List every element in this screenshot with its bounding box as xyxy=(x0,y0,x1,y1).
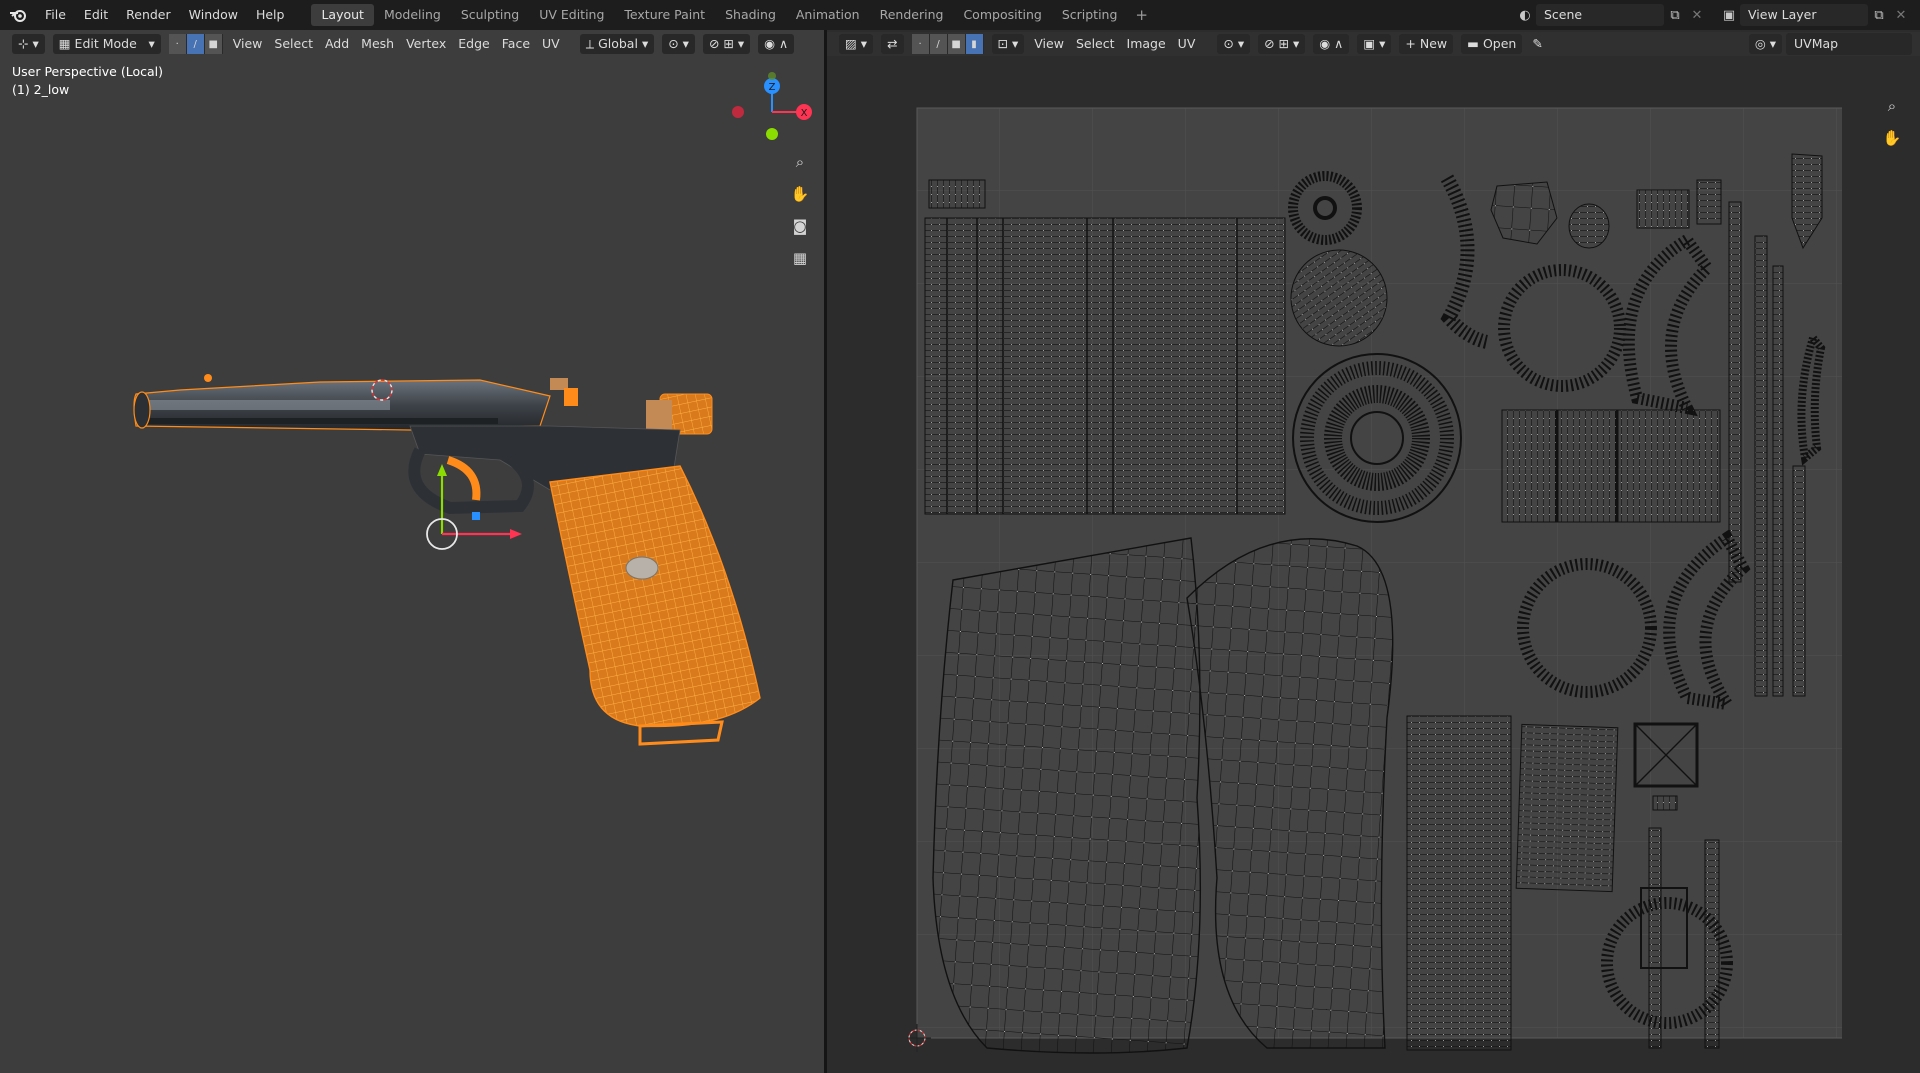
grid-view-icon[interactable]: ▦ xyxy=(786,244,814,272)
proportional-edit-toggle[interactable]: ◉ ∧ xyxy=(758,34,795,54)
new-scene-icon[interactable]: ⧉ xyxy=(1664,4,1686,26)
svg-text:Z: Z xyxy=(769,82,776,93)
face-select-icon[interactable]: ■ xyxy=(204,34,223,54)
menu-window[interactable]: Window xyxy=(180,0,247,30)
camera-icon[interactable]: ◙ xyxy=(786,212,814,240)
workspace-tabs: Layout Modeling Sculpting UV Editing Tex… xyxy=(311,0,1156,30)
tab-texture-paint[interactable]: Texture Paint xyxy=(614,4,715,26)
new-image-label: New xyxy=(1419,36,1448,51)
orientation-label: Global xyxy=(598,36,638,51)
new-view-layer-icon[interactable]: ⧉ xyxy=(1868,4,1890,26)
menu-file[interactable]: File xyxy=(36,0,75,30)
uvmap-field[interactable]: UVMap xyxy=(1786,33,1912,55)
menu-select[interactable]: Select xyxy=(268,33,319,55)
blender-logo-icon[interactable] xyxy=(0,0,36,30)
menu-add[interactable]: Add xyxy=(319,33,355,55)
uv-menu-uv[interactable]: UV xyxy=(1172,33,1202,55)
uv-edge-select-icon[interactable]: / xyxy=(929,34,948,54)
view-layer-selector: ▣ View Layer ⧉ ✕ xyxy=(1718,3,1912,27)
vertex-select-icon[interactable]: · xyxy=(168,34,187,54)
uv-zoom-icon[interactable]: ⌕ xyxy=(1878,92,1906,120)
pivot-select[interactable]: ⊙ ▾ xyxy=(662,34,695,54)
image-browse-icon[interactable]: ▣ ▾ xyxy=(1357,34,1392,54)
delete-view-layer-icon[interactable]: ✕ xyxy=(1890,4,1912,26)
scene-selector: ◐ Scene ⧉ ✕ xyxy=(1514,3,1708,27)
uv-editor-header: ▨ ▾ ⇄ · / ■ ▮ ⊡ ▾ View Select Image UV ⊙… xyxy=(827,32,1920,56)
uv-menu-view[interactable]: View xyxy=(1028,33,1070,55)
add-workspace-button[interactable]: + xyxy=(1127,6,1156,24)
pistol-model[interactable] xyxy=(120,330,770,780)
scene-field[interactable]: Scene xyxy=(1536,4,1664,26)
menu-vertex[interactable]: Vertex xyxy=(400,33,452,55)
select-mode-toggle: · / ■ xyxy=(168,34,223,54)
overlay-toggle[interactable]: ◎ ▾ xyxy=(1748,34,1782,54)
tab-shading[interactable]: Shading xyxy=(715,4,786,26)
zoom-icon[interactable]: ⌕ xyxy=(786,148,814,176)
menu-face[interactable]: Face xyxy=(496,33,536,55)
uv-select-mode-toggle: · / ■ ▮ xyxy=(911,34,984,54)
tab-compositing[interactable]: Compositing xyxy=(953,4,1051,26)
svg-text:X: X xyxy=(801,108,808,119)
uv-pivot-select[interactable]: ⊙ ▾ xyxy=(1217,34,1251,54)
uv-snap-toggle[interactable]: ⊘ ⊞ ▾ xyxy=(1258,34,1306,54)
mode-select-label: Edit Mode xyxy=(74,36,137,51)
tab-uv-editing[interactable]: UV Editing xyxy=(529,4,614,26)
uv-proportional-toggle[interactable]: ◉ ∧ xyxy=(1313,34,1350,54)
tab-layout[interactable]: Layout xyxy=(311,4,374,26)
menu-help[interactable]: Help xyxy=(247,0,294,30)
chevron-down-icon: ▾ xyxy=(148,36,155,51)
editor-type-icon[interactable]: ⊹ ▾ xyxy=(12,34,45,54)
sticky-select-mode[interactable]: ⊡ ▾ xyxy=(991,34,1025,54)
tab-modeling[interactable]: Modeling xyxy=(374,4,451,26)
menu-edge[interactable]: Edge xyxy=(452,33,495,55)
snap-toggle[interactable]: ⊘ ⊞ ▾ xyxy=(702,34,751,54)
uv-pan-hand-icon[interactable]: ✋ xyxy=(1878,124,1906,152)
tab-scripting[interactable]: Scripting xyxy=(1052,4,1128,26)
pan-hand-icon[interactable]: ✋ xyxy=(786,180,814,208)
menu-uv[interactable]: UV xyxy=(536,33,566,55)
uv-sync-toggle[interactable]: ⇄ xyxy=(881,34,904,54)
tab-animation[interactable]: Animation xyxy=(786,4,870,26)
orientation-select[interactable]: ⟂ Global ▾ xyxy=(579,34,655,54)
edge-select-icon[interactable]: / xyxy=(186,34,205,54)
navigation-gizmo[interactable]: Z X xyxy=(720,70,820,150)
object-label: (1) 2_low xyxy=(12,82,70,97)
uv-editor-type-icon[interactable]: ▨ ▾ xyxy=(839,34,874,54)
menu-view[interactable]: View xyxy=(227,33,269,55)
3d-viewport[interactable]: ⊹ ▾ ▦ Edit Mode ▾ · / ■ View Select Add … xyxy=(0,30,824,1073)
top-bar: File Edit Render Window Help Layout Mode… xyxy=(0,0,1920,30)
plus-icon: + xyxy=(1405,36,1416,51)
menu-edit[interactable]: Edit xyxy=(75,0,117,30)
scene-icon[interactable]: ◐ xyxy=(1514,4,1536,26)
orientation-icon: ⟂ xyxy=(585,36,595,51)
view-layer-icon[interactable]: ▣ xyxy=(1718,4,1740,26)
viewport-header: ⊹ ▾ ▦ Edit Mode ▾ · / ■ View Select Add … xyxy=(0,32,824,56)
tab-rendering[interactable]: Rendering xyxy=(870,4,954,26)
new-image-button[interactable]: + New xyxy=(1399,34,1454,54)
view-layer-field[interactable]: View Layer xyxy=(1740,4,1868,26)
uv-vertex-select-icon[interactable]: · xyxy=(911,34,930,54)
open-image-label: Open xyxy=(1482,36,1517,51)
tab-sculpting[interactable]: Sculpting xyxy=(451,4,529,26)
delete-scene-icon[interactable]: ✕ xyxy=(1686,4,1708,26)
uv-menu-select[interactable]: Select xyxy=(1070,33,1121,55)
perspective-label: User Perspective (Local) xyxy=(12,64,163,79)
pin-icon[interactable]: ✎ xyxy=(1526,33,1548,55)
uv-canvas[interactable] xyxy=(907,98,1842,1062)
uv-face-select-icon[interactable]: ■ xyxy=(947,34,966,54)
uv-editor[interactable]: ▨ ▾ ⇄ · / ■ ▮ ⊡ ▾ View Select Image UV ⊙… xyxy=(827,30,1920,1073)
menu-mesh[interactable]: Mesh xyxy=(355,33,400,55)
chevron-down-icon: ▾ xyxy=(641,36,649,51)
open-image-button[interactable]: ▬ Open xyxy=(1461,34,1523,54)
folder-icon: ▬ xyxy=(1467,36,1479,51)
edit-mode-icon: ▦ xyxy=(58,36,71,51)
uv-menu-image[interactable]: Image xyxy=(1121,33,1172,55)
menu-render[interactable]: Render xyxy=(117,0,180,30)
mode-select[interactable]: ▦ Edit Mode ▾ xyxy=(52,34,161,54)
uv-island-select-icon[interactable]: ▮ xyxy=(965,34,984,54)
